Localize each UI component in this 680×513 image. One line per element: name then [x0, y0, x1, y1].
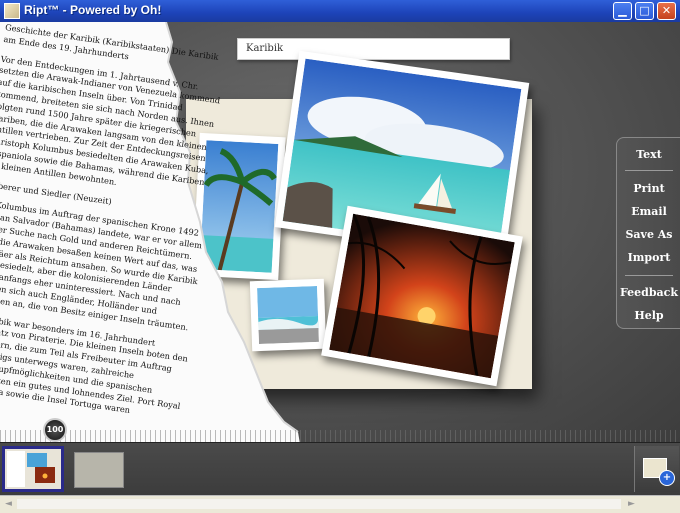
scroll-track[interactable]	[17, 499, 621, 509]
menu-item-feedback[interactable]: Feedback	[617, 286, 680, 299]
app-icon	[4, 3, 20, 19]
scroll-right-arrow[interactable]: ►	[624, 497, 639, 511]
menu-divider	[625, 170, 673, 171]
window-title: Ript™ - Powered by Oh!	[24, 3, 162, 17]
menu-item-text[interactable]: Text	[617, 148, 680, 161]
menu-divider	[625, 275, 673, 276]
menu-item-save-as[interactable]: Save As	[617, 228, 680, 241]
text-clipping[interactable]: Geschichte der Karibik (Karibikstaaten) …	[0, 22, 300, 442]
maximize-button[interactable]: □	[635, 2, 654, 20]
page-thumbnail-1[interactable]	[2, 446, 64, 492]
workspace: Karibik Geschichte der Karibik (Karibiks…	[0, 22, 680, 442]
zoom-level-badge[interactable]: 100	[43, 418, 67, 442]
zoom-ruler[interactable]	[0, 430, 680, 442]
side-menu: Text Print Email Save As Import Feedback…	[616, 137, 680, 329]
text-paragraph: Vor den Entdeckungen im 1. Jahrtausend v…	[0, 53, 221, 188]
sunset-image	[329, 213, 515, 379]
menu-item-help[interactable]: Help	[617, 309, 680, 322]
photo-sunset[interactable]	[321, 205, 523, 387]
menu-item-print[interactable]: Print	[617, 182, 680, 195]
close-button[interactable]: ✕	[657, 2, 676, 20]
scroll-left-arrow[interactable]: ◄	[1, 497, 16, 511]
page-thumbnail-2[interactable]	[74, 452, 124, 488]
menu-item-import[interactable]: Import	[617, 251, 680, 264]
minimize-button[interactable]: ▁	[613, 2, 632, 20]
horizontal-scrollbar[interactable]: ◄ ►	[0, 495, 680, 513]
menu-item-email[interactable]: Email	[617, 205, 680, 218]
thumbnail-preview	[7, 451, 55, 487]
title-bar: Ript™ - Powered by Oh! ▁ □ ✕	[0, 0, 680, 22]
text-paragraph: Als Kolumbus im Auftrag der spanischen K…	[0, 198, 203, 333]
plus-icon: +	[659, 470, 675, 486]
add-page-slot[interactable]: +	[634, 446, 679, 492]
